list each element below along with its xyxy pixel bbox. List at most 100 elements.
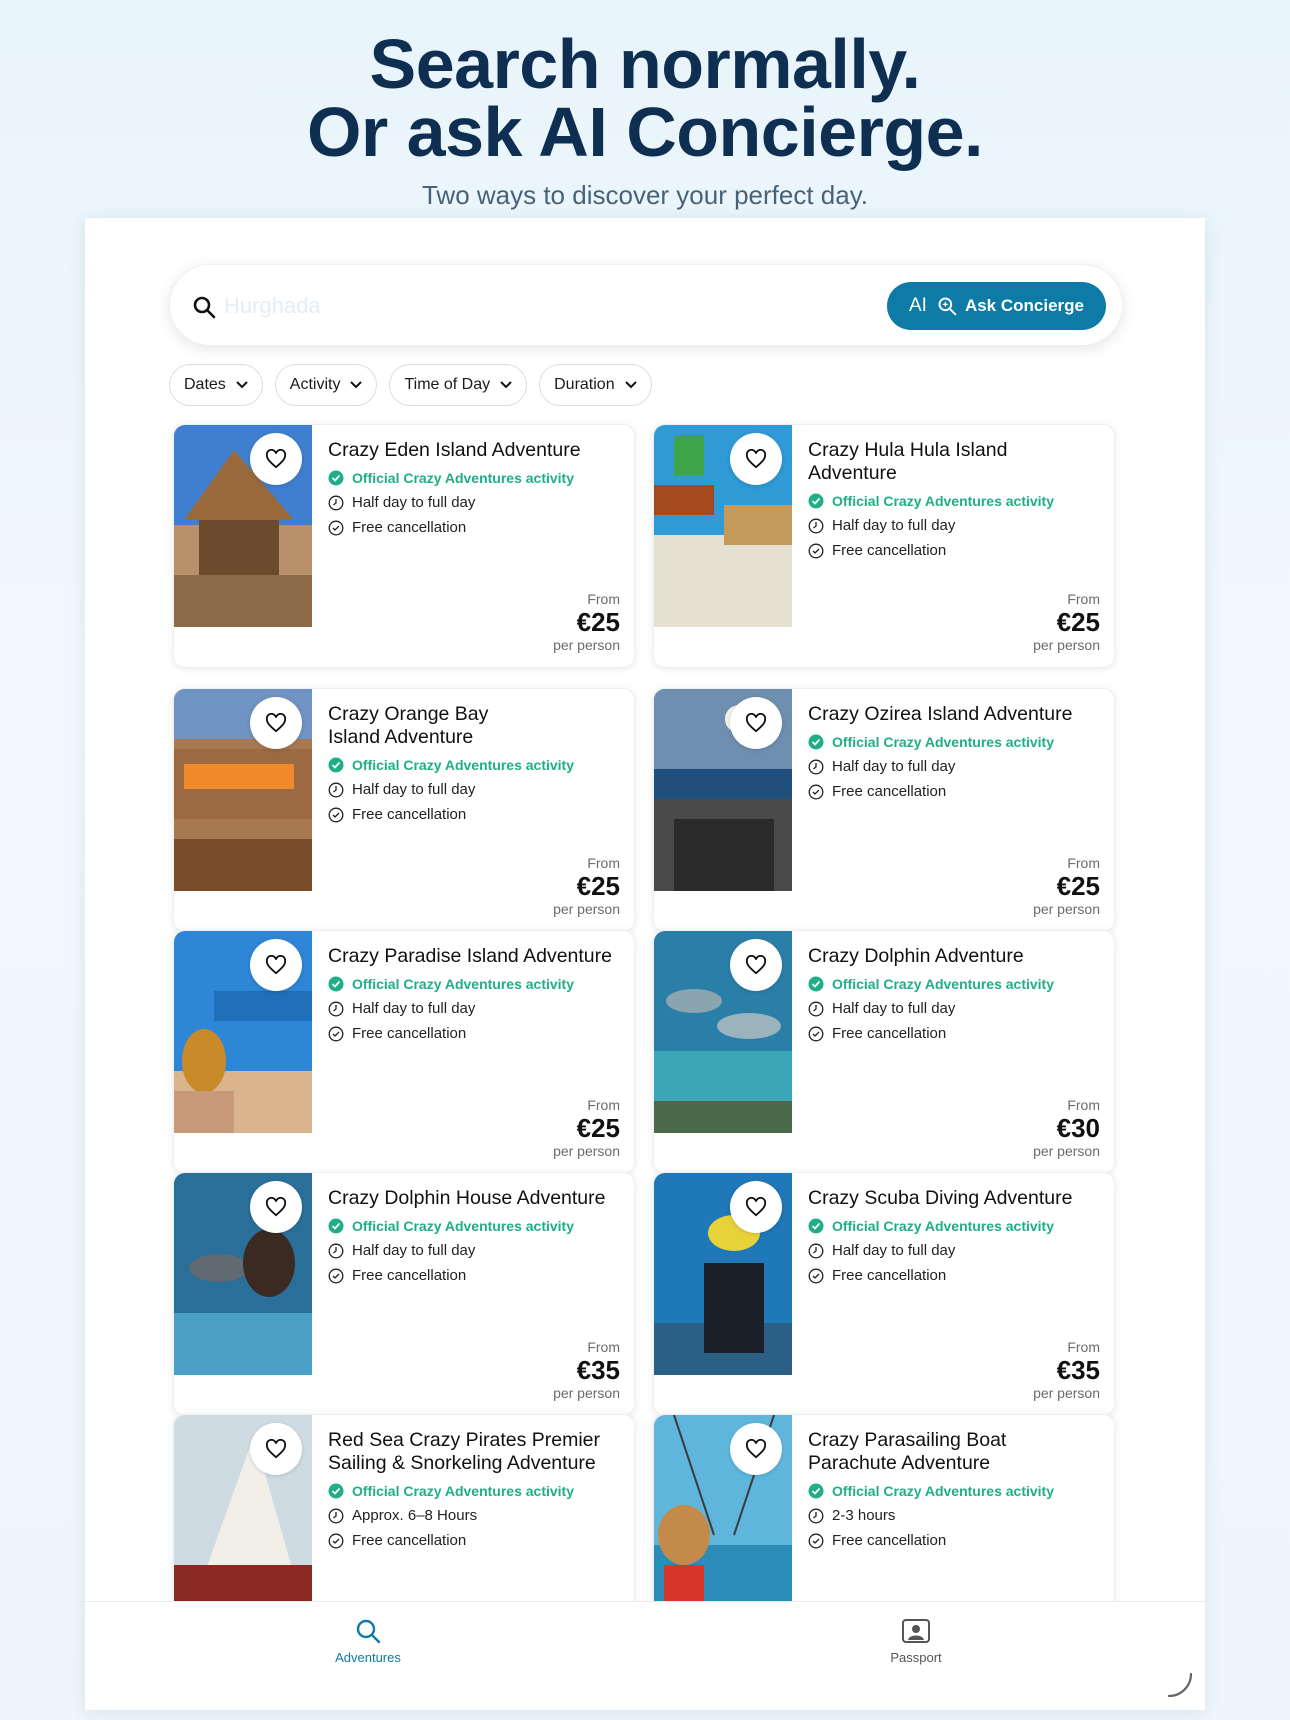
price-amount: €25 — [576, 607, 620, 637]
filter-duration-label: Duration — [554, 376, 615, 393]
card-info: Crazy Dolphin Adventure Official Crazy A… — [808, 945, 1102, 1042]
card-title: Red Sea Crazy Pirates Premier Sailing & … — [328, 1429, 601, 1474]
heart-icon — [745, 1439, 767, 1459]
card-info: Crazy Scuba Diving Adventure Official Cr… — [808, 1187, 1102, 1284]
adventure-card[interactable]: Crazy Eden Island Adventure Official Cra… — [173, 424, 635, 668]
cancellation-text: Free cancellation — [352, 1532, 467, 1549]
favorite-button[interactable] — [250, 1181, 302, 1233]
card-title: Crazy Scuba Diving Adventure — [808, 1187, 1073, 1209]
official-label: Official Crazy Adventures activity — [352, 757, 575, 773]
duration-row: Half day to full day — [808, 1000, 1102, 1017]
duration-row: Approx. 6–8 Hours — [328, 1507, 622, 1524]
favorite-button[interactable] — [730, 939, 782, 991]
price-from: From — [1067, 855, 1100, 871]
verified-icon — [328, 757, 344, 773]
cancellation-row: Free cancellation — [808, 542, 1054, 559]
duration-text: 2-3 hours — [832, 1507, 896, 1524]
duration-row: Half day to full day — [328, 494, 622, 511]
heart-icon — [745, 1197, 767, 1217]
price-per-person: per person — [1033, 901, 1100, 917]
adventure-card[interactable]: Crazy Dolphin Adventure Official Crazy A… — [653, 930, 1115, 1174]
filter-activity[interactable]: Activity — [274, 364, 378, 406]
price-amount: €35 — [1056, 1355, 1100, 1385]
check-circle-icon — [328, 807, 344, 822]
favorite-button[interactable] — [730, 1423, 782, 1475]
passport-icon — [902, 1619, 930, 1643]
cancellation-text: Free cancellation — [832, 542, 947, 559]
price-amount: €25 — [576, 871, 620, 901]
ask-concierge-label: Ask Concierge — [964, 296, 1084, 315]
cancellation-row: Free cancellation — [328, 1532, 622, 1549]
card-info: Crazy Parasailing Boat Parachute Adventu… — [808, 1429, 1054, 1549]
verified-icon — [808, 1483, 824, 1499]
duration-text: Half day to full day — [832, 1000, 956, 1017]
price-per-person: per person — [553, 637, 620, 653]
favorite-button[interactable] — [250, 433, 302, 485]
tab-passport[interactable]: Passport — [856, 1616, 976, 1665]
clock-icon — [328, 1243, 344, 1258]
ask-concierge-button[interactable]: AI Ask Concierge — [887, 282, 1106, 330]
filter-time-of-day-label: Time of Day — [404, 376, 491, 393]
cancellation-row: Free cancellation — [808, 1025, 1102, 1042]
favorite-button[interactable] — [730, 697, 782, 749]
adventure-card[interactable]: Crazy Scuba Diving Adventure Official Cr… — [653, 1172, 1115, 1416]
clock-icon — [328, 1001, 344, 1016]
cancellation-row: Free cancellation — [808, 1532, 1044, 1549]
favorite-button[interactable] — [730, 433, 782, 485]
price-block: From €35 per person — [553, 1339, 620, 1401]
clock-icon — [808, 759, 824, 774]
filter-duration[interactable]: Duration — [539, 364, 652, 406]
favorite-button[interactable] — [250, 1423, 302, 1475]
price-amount: €30 — [1056, 1113, 1100, 1143]
loading-spinner-icon — [1167, 1672, 1193, 1698]
favorite-button[interactable] — [250, 939, 302, 991]
clock-icon — [328, 782, 344, 797]
adventure-card[interactable]: Crazy Ozirea Island Adventure Official C… — [653, 688, 1115, 932]
hero: Search normally. Or ask AI Concierge. Tw… — [0, 29, 1290, 211]
favorite-button[interactable] — [250, 697, 302, 749]
duration-text: Half day to full day — [832, 1242, 956, 1259]
filter-dates[interactable]: Dates — [169, 364, 263, 406]
price-block: From €25 per person — [553, 1097, 620, 1159]
magnify-sparkle-icon — [938, 297, 957, 316]
heart-icon — [745, 955, 767, 975]
filter-dates-label: Dates — [184, 376, 226, 393]
ai-label: AI — [909, 295, 927, 316]
price-per-person: per person — [1033, 1143, 1100, 1159]
cancellation-text: Free cancellation — [352, 1267, 467, 1284]
card-title: Crazy Dolphin House Adventure — [328, 1187, 606, 1209]
price-from: From — [1067, 591, 1100, 607]
check-circle-icon — [808, 1268, 824, 1283]
official-label: Official Crazy Adventures activity — [832, 493, 1055, 509]
hero-subtitle: Two ways to discover your perfect day. — [421, 180, 869, 210]
card-title: Crazy Orange Bay Island Adventure — [328, 703, 489, 748]
adventure-card[interactable]: Crazy Orange Bay Island Adventure Offici… — [173, 688, 635, 932]
filter-time-of-day[interactable]: Time of Day — [389, 364, 528, 406]
duration-text: Half day to full day — [352, 1000, 476, 1017]
chevron-down-icon — [624, 381, 637, 389]
duration-text: Half day to full day — [832, 758, 956, 775]
favorite-button[interactable] — [730, 1181, 782, 1233]
heart-icon — [745, 713, 767, 733]
duration-row: Half day to full day — [328, 1000, 622, 1017]
verified-icon — [808, 1218, 824, 1234]
price-amount: €35 — [576, 1355, 620, 1385]
price-per-person: per person — [1033, 1385, 1100, 1401]
cancellation-text: Free cancellation — [832, 1532, 947, 1549]
card-title: Crazy Hula Hula Island Adventure — [808, 439, 1008, 484]
hero-title-line2: Or ask AI Concierge. — [307, 93, 984, 171]
price-block: From €25 per person — [1033, 591, 1100, 653]
search-input[interactable] — [224, 285, 824, 327]
verified-icon — [808, 734, 824, 750]
cancellation-text: Free cancellation — [352, 806, 467, 823]
official-badge: Official Crazy Adventures activity — [328, 757, 634, 773]
price-per-person: per person — [553, 1385, 620, 1401]
tab-adventures[interactable]: Adventures — [308, 1616, 428, 1665]
adventure-card[interactable]: Crazy Paradise Island Adventure Official… — [173, 930, 635, 1174]
adventure-card[interactable]: Crazy Hula Hula Island Adventure Officia… — [653, 424, 1115, 668]
adventure-card[interactable]: Crazy Dolphin House Adventure Official C… — [173, 1172, 635, 1416]
official-badge: Official Crazy Adventures activity — [328, 976, 622, 992]
cancellation-row: Free cancellation — [328, 519, 622, 536]
check-circle-icon — [808, 543, 824, 558]
card-info: Red Sea Crazy Pirates Premier Sailing & … — [328, 1429, 622, 1549]
